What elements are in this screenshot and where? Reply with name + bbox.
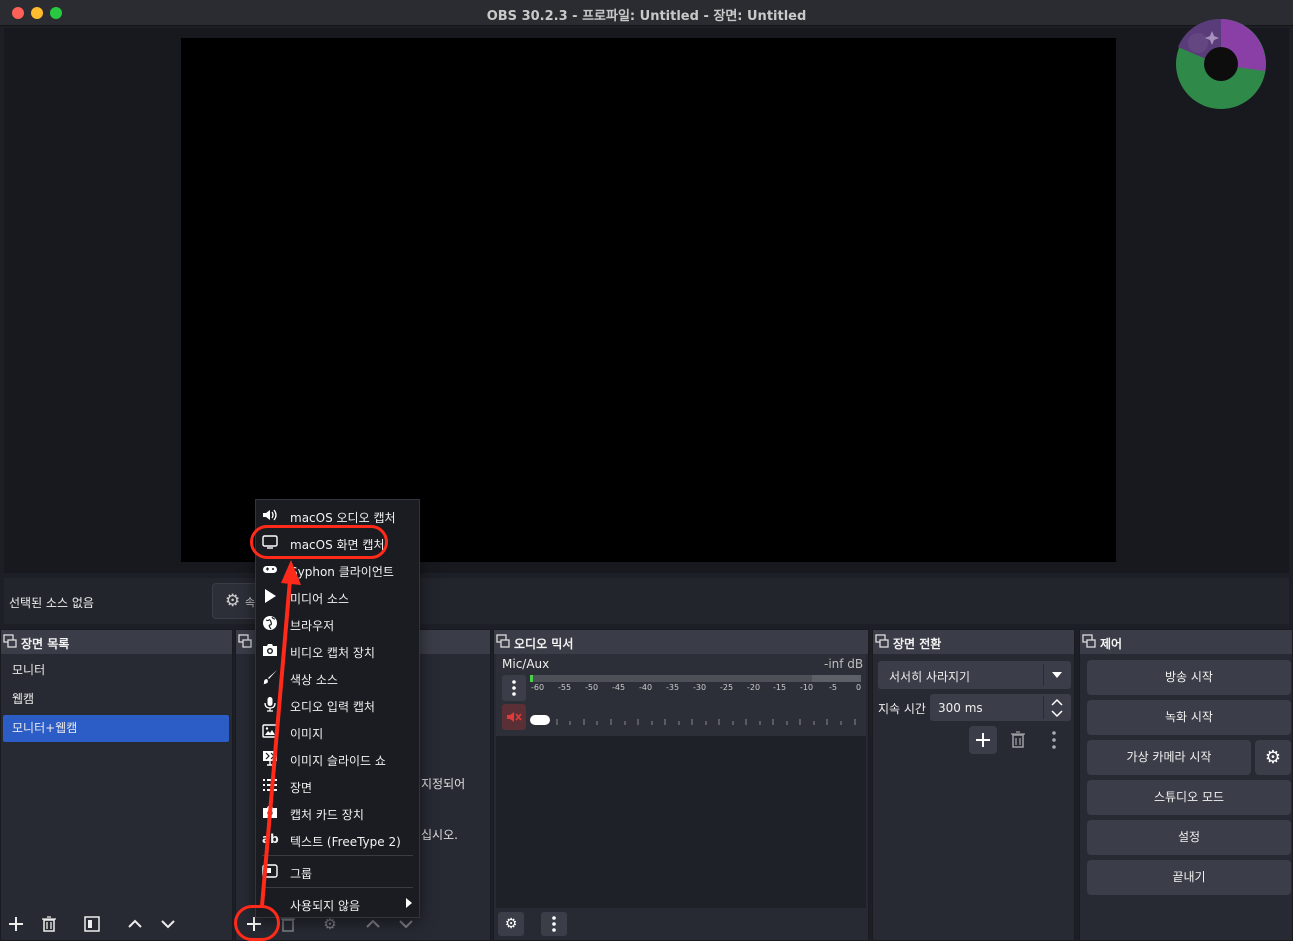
annotation-arrow: [260, 560, 301, 907]
